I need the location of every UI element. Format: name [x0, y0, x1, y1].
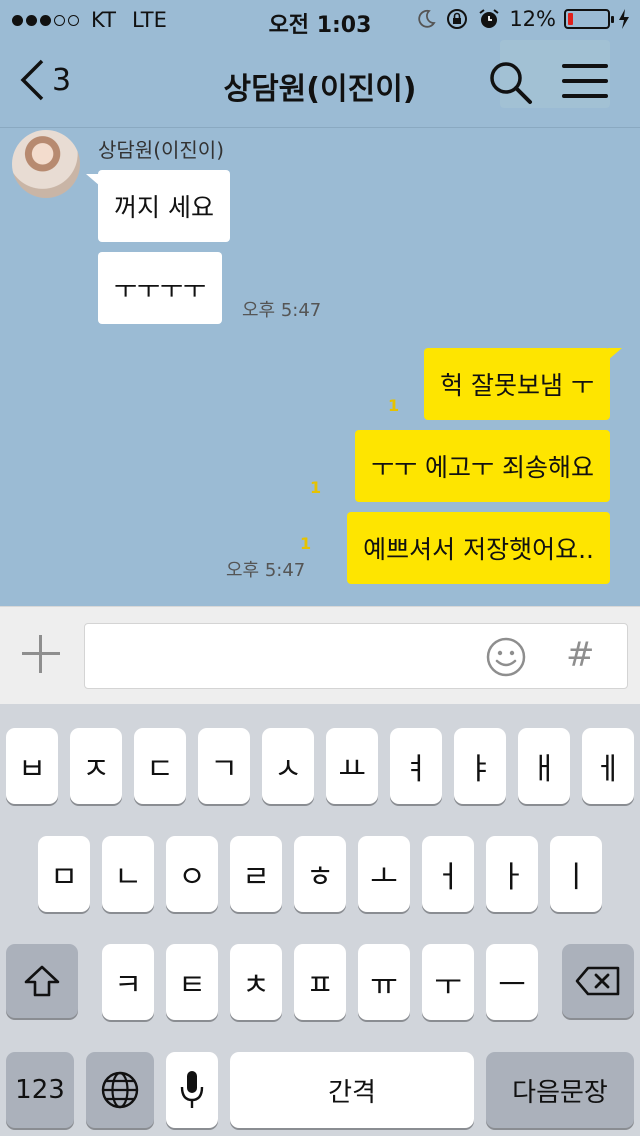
message-input[interactable] [84, 623, 628, 689]
moon-icon [418, 9, 436, 28]
rotation-lock-icon [447, 9, 468, 29]
key-8[interactable]: ㅑ [454, 728, 506, 804]
key-3[interactable]: ㅊ [230, 944, 282, 1020]
key-1[interactable]: ㅂ [6, 728, 58, 804]
key-4[interactable]: ㅍ [294, 944, 346, 1020]
key-3[interactable]: ㅇ [166, 836, 218, 912]
key-7[interactable]: ㅓ [422, 836, 474, 912]
globe-icon [101, 1071, 139, 1109]
avatar[interactable] [12, 130, 80, 198]
chat-header: 3 상담원(이진이) [0, 40, 640, 128]
charging-icon [619, 9, 629, 29]
message-text: ㅜㅜㅜㅜ [114, 275, 207, 304]
menu-icon[interactable] [562, 64, 608, 102]
key-2[interactable]: ㅈ [70, 728, 122, 804]
page-title: 상담원(이진이) [223, 72, 417, 107]
backspace-key[interactable] [562, 944, 634, 1018]
message-text: 헉 잘못보냄 ㅜ [440, 371, 594, 400]
key-7[interactable]: ㅕ [390, 728, 442, 804]
key-7[interactable]: ㅡ [486, 944, 538, 1020]
microphone-key[interactable] [166, 1052, 218, 1128]
key-6[interactable]: ㅗ [358, 836, 410, 912]
key-5[interactable]: ㅠ [358, 944, 410, 1020]
numbers-key[interactable]: 123 [6, 1052, 74, 1128]
key-2[interactable]: ㄴ [102, 836, 154, 912]
keyboard: ㅂㅈㄷㄱㅅㅛㅕㅑㅐㅔ ㅁㄴㅇㄹㅎㅗㅓㅏㅣ ㅋㅌㅊㅍㅠㅜㅡ 123 간격 다음문장 [0, 704, 640, 1136]
incoming-message[interactable]: ㅜㅜㅜㅜ [98, 252, 223, 324]
globe-key[interactable] [86, 1052, 154, 1128]
key-10[interactable]: ㅔ [582, 728, 634, 804]
space-key[interactable]: 간격 [230, 1052, 474, 1128]
sender-name: 상담원(이진이) [98, 138, 225, 162]
message-text: 예쁘셔서 저장햇어요.. [363, 535, 594, 564]
status-bar: KT LTE 오전 1:03 12% [0, 0, 640, 40]
hashtag-button[interactable]: # [566, 635, 595, 675]
incoming-message[interactable]: 꺼지 세요 [98, 170, 230, 242]
key-5[interactable]: ㅅ [262, 728, 314, 804]
key-9[interactable]: ㅐ [518, 728, 570, 804]
key-4[interactable]: ㄹ [230, 836, 282, 912]
unread-count: 1 [388, 396, 400, 415]
key-2[interactable]: ㅌ [166, 944, 218, 1020]
message-text: 꺼지 세요 [114, 193, 214, 222]
return-key[interactable]: 다음문장 [486, 1052, 634, 1128]
input-bar: # [0, 606, 640, 704]
key-4[interactable]: ㄱ [198, 728, 250, 804]
chat-area[interactable]: 상담원(이진이) 꺼지 세요 ㅜㅜㅜㅜ 오후 5:47 헉 잘못보냄 ㅜ 1 ㅜ… [0, 128, 640, 606]
key-1[interactable]: ㅁ [38, 836, 90, 912]
bubble-tail [608, 348, 622, 360]
key-1[interactable]: ㅋ [102, 944, 154, 1020]
message-time: 오후 5:47 [242, 300, 322, 321]
alarm-icon [479, 9, 499, 28]
unread-count: 1 [310, 478, 322, 497]
shift-icon [24, 965, 60, 997]
shift-key[interactable] [6, 944, 78, 1018]
key-6[interactable]: ㅛ [326, 728, 378, 804]
outgoing-message[interactable]: ㅜㅜ 에고ㅜ 죄송해요 [355, 430, 610, 502]
battery-icon [564, 9, 614, 29]
emoji-icon[interactable] [486, 637, 526, 677]
unread-count: 1 [300, 534, 312, 553]
search-icon[interactable] [486, 58, 534, 106]
key-6[interactable]: ㅜ [422, 944, 474, 1020]
backspace-icon [575, 966, 620, 996]
key-3[interactable]: ㄷ [134, 728, 186, 804]
key-5[interactable]: ㅎ [294, 836, 346, 912]
message-text: ㅜㅜ 에고ㅜ 죄송해요 [371, 453, 594, 482]
message-time: 오후 5:47 [226, 560, 306, 581]
key-8[interactable]: ㅏ [486, 836, 538, 912]
outgoing-message[interactable]: 헉 잘못보냄 ㅜ [424, 348, 610, 420]
plus-icon[interactable] [18, 631, 64, 677]
key-9[interactable]: ㅣ [550, 836, 602, 912]
microphone-icon [180, 1071, 204, 1108]
outgoing-message[interactable]: 예쁘셔서 저장햇어요.. [347, 512, 610, 584]
battery-percent: 12% [509, 7, 556, 31]
